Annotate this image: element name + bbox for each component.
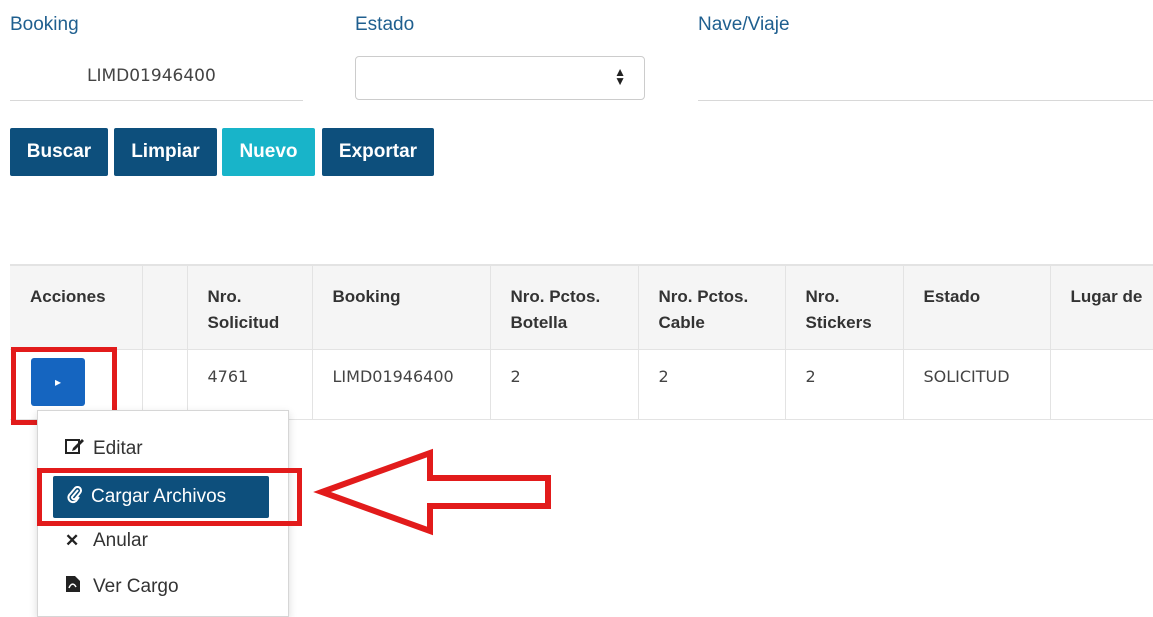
- cell-estado: SOLICITUD: [903, 349, 1051, 420]
- pdf-file-icon: [65, 575, 87, 598]
- highlight-box-cargar: [37, 468, 302, 526]
- nuevo-button[interactable]: Nuevo: [222, 128, 315, 176]
- menu-item-editar-label: Editar: [93, 437, 143, 459]
- cell-stickers: 2: [785, 349, 904, 420]
- col-estado[interactable]: Estado: [903, 264, 1051, 350]
- nave-viaje-label: Nave/Viaje: [698, 14, 790, 35]
- limpiar-button[interactable]: Limpiar: [114, 128, 217, 176]
- cell-lugar: [1050, 349, 1153, 420]
- menu-item-ver-cargo-label: Ver Cargo: [93, 575, 179, 597]
- edit-icon: [65, 437, 87, 460]
- menu-item-ver-cargo[interactable]: Ver Cargo: [65, 575, 179, 598]
- col-acciones: Acciones: [10, 264, 143, 350]
- close-icon: ✕: [65, 531, 80, 550]
- col-nro-stickers[interactable]: Nro. Stickers: [785, 264, 904, 350]
- booking-label: Booking: [10, 14, 79, 35]
- cell-nro-solicitud: 4761: [187, 349, 313, 420]
- menu-item-anular-label: Anular: [93, 530, 148, 551]
- col-blank: [142, 264, 188, 350]
- sort-arrows-icon: ▲ ▼: [614, 65, 626, 88]
- col-nro-solicitud[interactable]: Nro. Solicitud: [187, 264, 313, 350]
- cell-botella: 2: [490, 349, 639, 420]
- buscar-button[interactable]: Buscar: [10, 128, 108, 176]
- booking-input[interactable]: LIMD01946400: [87, 66, 216, 86]
- col-nro-pctos-cable[interactable]: Nro. Pctos. Cable: [638, 264, 786, 350]
- booking-input-underline: [10, 100, 303, 101]
- estado-select[interactable]: ▲ ▼: [355, 56, 645, 100]
- table-row: 4761 LIMD01946400 2 2 2 SOLICITUD: [10, 349, 1153, 420]
- cell-cable: 2: [638, 349, 786, 420]
- exportar-button[interactable]: Exportar: [322, 128, 434, 176]
- col-booking[interactable]: Booking: [312, 264, 491, 350]
- estado-label: Estado: [355, 14, 415, 35]
- annotation-arrow-icon: [313, 448, 551, 536]
- table-header-row: Acciones Nro. Solicitud Booking Nro. Pct…: [10, 264, 1153, 350]
- nave-viaje-input[interactable]: [698, 100, 1153, 101]
- menu-item-anular[interactable]: ✕ Anular: [65, 530, 148, 552]
- menu-item-editar[interactable]: Editar: [65, 437, 143, 460]
- col-lugar[interactable]: Lugar de: [1050, 264, 1153, 350]
- cell-booking: LIMD01946400: [312, 349, 491, 420]
- results-table: Acciones Nro. Solicitud Booking Nro. Pct…: [10, 264, 1153, 420]
- col-nro-pctos-botella[interactable]: Nro. Pctos. Botella: [490, 264, 639, 350]
- cell-blank: [142, 349, 188, 420]
